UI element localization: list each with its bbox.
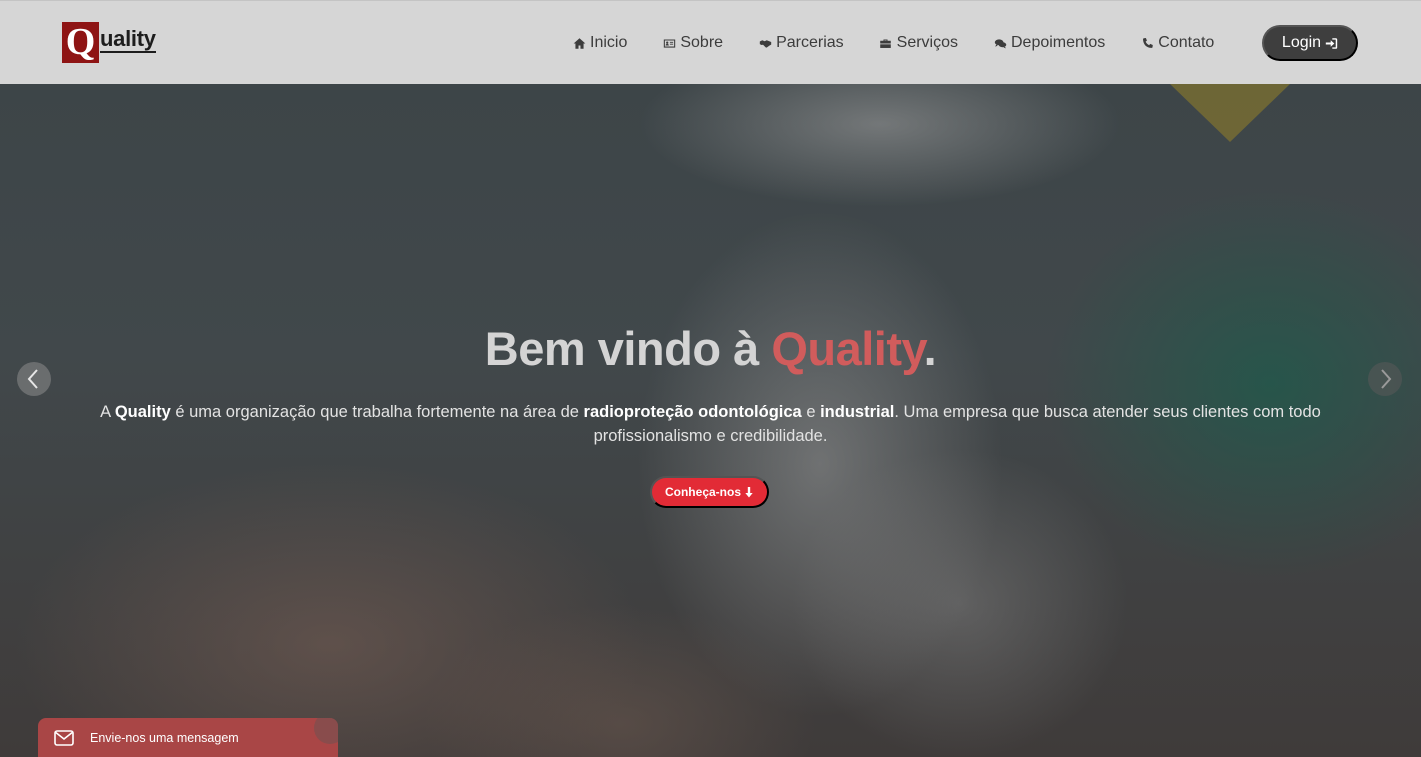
hero-title-brand: Quality bbox=[771, 322, 924, 375]
chevron-right-icon bbox=[1381, 369, 1392, 389]
nav-item-label: Sobre bbox=[680, 34, 724, 51]
logo-initial: Q bbox=[62, 22, 99, 63]
conheca-nos-button[interactable]: Conheça-nos bbox=[650, 476, 769, 508]
background-photo-shape bbox=[1170, 84, 1290, 142]
nav-item-inicio[interactable]: Inicio bbox=[572, 34, 627, 52]
nav-item-servicos[interactable]: Serviços bbox=[879, 34, 958, 52]
phone-icon bbox=[1140, 36, 1154, 50]
message-widget-label: Envie-nos uma mensagem bbox=[90, 730, 239, 745]
message-widget[interactable]: Envie-nos uma mensagem bbox=[38, 718, 338, 757]
nav-item-label: Contato bbox=[1158, 34, 1215, 51]
login-label: Login bbox=[1281, 34, 1322, 51]
sign-in-icon bbox=[1325, 37, 1338, 49]
id-card-icon bbox=[662, 36, 676, 50]
cta-label: Conheça-nos bbox=[664, 485, 741, 499]
envelope-icon bbox=[54, 729, 74, 746]
nav-item-label: Inicio bbox=[590, 34, 628, 51]
hero-title-suffix: . bbox=[923, 322, 937, 375]
nav-item-label: Parcerias bbox=[776, 34, 844, 51]
chevron-left-icon bbox=[27, 369, 38, 389]
widget-corner-decoration bbox=[314, 718, 338, 744]
hero-description: A Quality é uma organização que trabalha… bbox=[80, 400, 1341, 448]
quality-logo[interactable]: Q uality bbox=[62, 22, 160, 64]
nav-item-depoimentos[interactable]: Depoimentos bbox=[993, 34, 1105, 52]
logo-text: uality bbox=[100, 26, 156, 53]
desc-text: é uma organização que trabalha fortement… bbox=[170, 403, 584, 421]
nav-item-label: Depoimentos bbox=[1011, 34, 1106, 51]
nav-item-parcerias[interactable]: Parcerias bbox=[758, 34, 844, 52]
nav-item-label: Serviços bbox=[896, 34, 958, 51]
desc-text: A bbox=[100, 403, 115, 421]
top-navbar: Q uality Inicio Sobre Parcerias Serviços… bbox=[0, 0, 1421, 84]
desc-bold: radioproteção odontológica bbox=[583, 403, 802, 421]
arrow-down-icon bbox=[745, 486, 753, 498]
login-button[interactable]: Login bbox=[1262, 25, 1358, 61]
hero-title-prefix: Bem vindo à bbox=[484, 322, 772, 375]
nav-item-contato[interactable]: Contato bbox=[1140, 34, 1214, 52]
comments-icon bbox=[993, 36, 1007, 50]
hero-slider: Bem vindo à Quality. A Quality é uma org… bbox=[0, 84, 1421, 757]
slider-prev-button[interactable] bbox=[17, 362, 51, 396]
toolbox-icon bbox=[879, 36, 893, 50]
hero-title: Bem vindo à Quality. bbox=[0, 321, 1421, 376]
desc-text: e bbox=[801, 403, 821, 421]
main-nav: Inicio Sobre Parcerias Serviços Depoimen… bbox=[572, 1, 1249, 85]
nav-item-sobre[interactable]: Sobre bbox=[662, 34, 723, 52]
handshake-icon bbox=[758, 36, 772, 50]
slider-next-button[interactable] bbox=[1368, 362, 1402, 396]
desc-bold: Quality bbox=[114, 403, 171, 421]
home-icon bbox=[572, 36, 586, 50]
desc-bold: industrial bbox=[820, 403, 895, 421]
